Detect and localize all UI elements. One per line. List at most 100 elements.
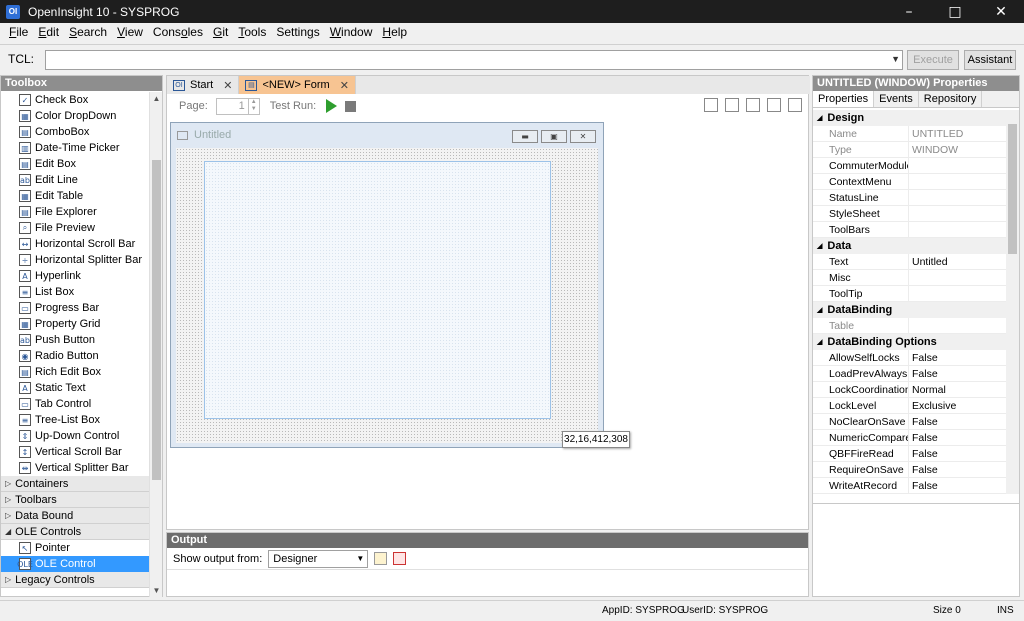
form-client-area[interactable] [176,148,598,443]
collapsed-arrow-icon[interactable]: ▷ [5,495,11,504]
toolbox-group[interactable]: ▷ Toolbars [1,492,150,508]
property-row[interactable]: Table [813,318,1007,334]
menu-item[interactable]: Search [64,25,112,39]
toolbox-group[interactable]: ◢ OLE Controls [1,524,150,540]
play-icon[interactable] [326,99,338,113]
property-row[interactable]: Type WINDOW [813,142,1007,158]
tcl-input[interactable]: ▼ [45,50,903,70]
assistant-button[interactable]: Assistant [964,50,1016,70]
scroll-thumb[interactable] [152,160,161,480]
scroll-thumb[interactable] [1008,124,1017,254]
property-row[interactable]: WriteAtRecord False [813,478,1007,494]
property-row[interactable]: Text Untitled [813,254,1007,270]
property-value[interactable]: WINDOW [909,142,958,157]
property-value[interactable]: Exclusive [909,398,956,413]
output-source-select[interactable]: Designer ▼ [268,549,369,568]
property-value[interactable]: False [909,430,938,445]
toolbox-item[interactable]: A Static Text [1,380,150,396]
toolbox-group[interactable]: ▷ Containers [1,476,150,492]
expanded-arrow-icon[interactable]: ◢ [5,527,11,536]
collapsed-arrow-icon[interactable]: ▷ [5,511,11,520]
property-value[interactable] [909,318,912,333]
toolbox-item[interactable]: ≡ Tree-List Box [1,412,150,428]
properties-scrollbar[interactable] [1006,110,1019,494]
scroll-up-icon[interactable]: ▲ [150,92,163,105]
toolbox-item[interactable]: OLE OLE Control [1,556,150,572]
property-value[interactable]: UNTITLED [909,126,963,141]
tab-events[interactable]: Events [874,91,919,107]
property-value[interactable]: False [909,366,938,381]
menu-item[interactable]: Edit [33,25,64,39]
collapsed-arrow-icon[interactable]: ▷ [5,575,11,584]
property-row[interactable]: QBFFireRead False [813,446,1007,462]
chevron-down-icon[interactable]: ▼ [891,54,900,64]
property-category[interactable]: ◢ DataBinding [813,302,1007,318]
property-value[interactable]: False [909,478,938,493]
grid-icon[interactable] [788,98,802,112]
property-value[interactable] [909,190,912,205]
tab-start[interactable]: OI Start ✕ [167,76,240,94]
close-window-button[interactable]: ✕ [978,0,1024,23]
expanded-arrow-icon[interactable]: ◢ [817,338,822,346]
page-stepper[interactable]: 1 ▲ ▼ [215,97,260,115]
toolbox-item[interactable]: ▦ Color DropDown [1,108,150,124]
close-icon[interactable]: ✕ [340,79,349,92]
menu-item[interactable]: Consoles [148,25,208,39]
align-right-icon[interactable] [746,98,760,112]
property-row[interactable]: NumericCompare False [813,430,1007,446]
toolbox-scrollbar[interactable]: ▲ ▼ [149,92,162,597]
property-row[interactable]: ContextMenu [813,174,1007,190]
center-icon[interactable] [767,98,781,112]
toolbox-item[interactable]: ▭ Progress Bar [1,300,150,316]
toolbox-item[interactable]: ▤ File Explorer [1,204,150,220]
property-row[interactable]: StatusLine [813,190,1007,206]
expanded-arrow-icon[interactable]: ◢ [817,306,822,314]
scroll-down-icon[interactable]: ▼ [150,584,163,597]
tab-new-form[interactable]: ▤ <NEW> Form ✕ [239,76,356,94]
menu-item[interactable]: Settings [271,25,324,39]
property-row[interactable]: Misc [813,270,1007,286]
toolbox-item[interactable]: ✓ Check Box [1,92,150,108]
toolbox-group[interactable]: ▷ Legacy Controls [1,572,150,588]
form-selection-box[interactable] [204,161,551,419]
expanded-arrow-icon[interactable]: ◢ [817,114,822,122]
maximize-button[interactable]: □ [932,0,978,23]
property-row[interactable]: ToolTip [813,286,1007,302]
toolbox-item[interactable]: ▤ Rich Edit Box [1,364,150,380]
toolbox-item[interactable]: ab Push Button [1,332,150,348]
property-row[interactable]: StyleSheet [813,206,1007,222]
toolbox-item[interactable]: ↔ Horizontal Scroll Bar [1,236,150,252]
toolbox-item[interactable]: ab Edit Line [1,172,150,188]
property-category[interactable]: ◢ Data [813,238,1007,254]
menu-item[interactable]: File [4,25,33,39]
toolbox-item[interactable]: ◉ Radio Button [1,348,150,364]
property-row[interactable]: RequireOnSave False [813,462,1007,478]
align-top-icon[interactable] [725,98,739,112]
align-left-icon[interactable] [704,98,718,112]
toolbox-item[interactable]: A Hyperlink [1,268,150,284]
property-value[interactable]: False [909,350,938,365]
toolbox-group[interactable]: ▷ Data Bound [1,508,150,524]
property-value[interactable] [909,222,912,237]
tab-properties[interactable]: Properties [813,91,875,107]
menu-item[interactable]: Tools [233,25,271,39]
property-value[interactable] [909,286,912,301]
property-category[interactable]: ◢ DataBinding Options [813,334,1007,350]
form-minimize-icon[interactable]: ▬ [512,130,538,143]
property-value[interactable] [909,158,912,173]
property-row[interactable]: LockLevel Exclusive [813,398,1007,414]
menu-item[interactable]: Window [325,25,378,39]
toolbox-item[interactable]: ⇹ Vertical Splitter Bar [1,460,150,476]
menu-item[interactable]: View [112,25,148,39]
toolbox-item[interactable]: ▦ Property Grid [1,316,150,332]
property-value[interactable]: False [909,414,938,429]
form-maximize-icon[interactable]: ▣ [541,130,567,143]
toolbox-item[interactable]: ↖ Pointer [1,540,150,556]
spin-icon[interactable]: ▲ ▼ [247,98,259,114]
property-value[interactable]: Normal [909,382,946,397]
execute-button[interactable]: Execute [907,50,959,70]
property-row[interactable]: AllowSelfLocks False [813,350,1007,366]
toolbox-item[interactable]: ÷ Horizontal Splitter Bar [1,252,150,268]
tab-repository[interactable]: Repository [919,91,983,107]
menu-item[interactable]: Git [208,25,233,39]
